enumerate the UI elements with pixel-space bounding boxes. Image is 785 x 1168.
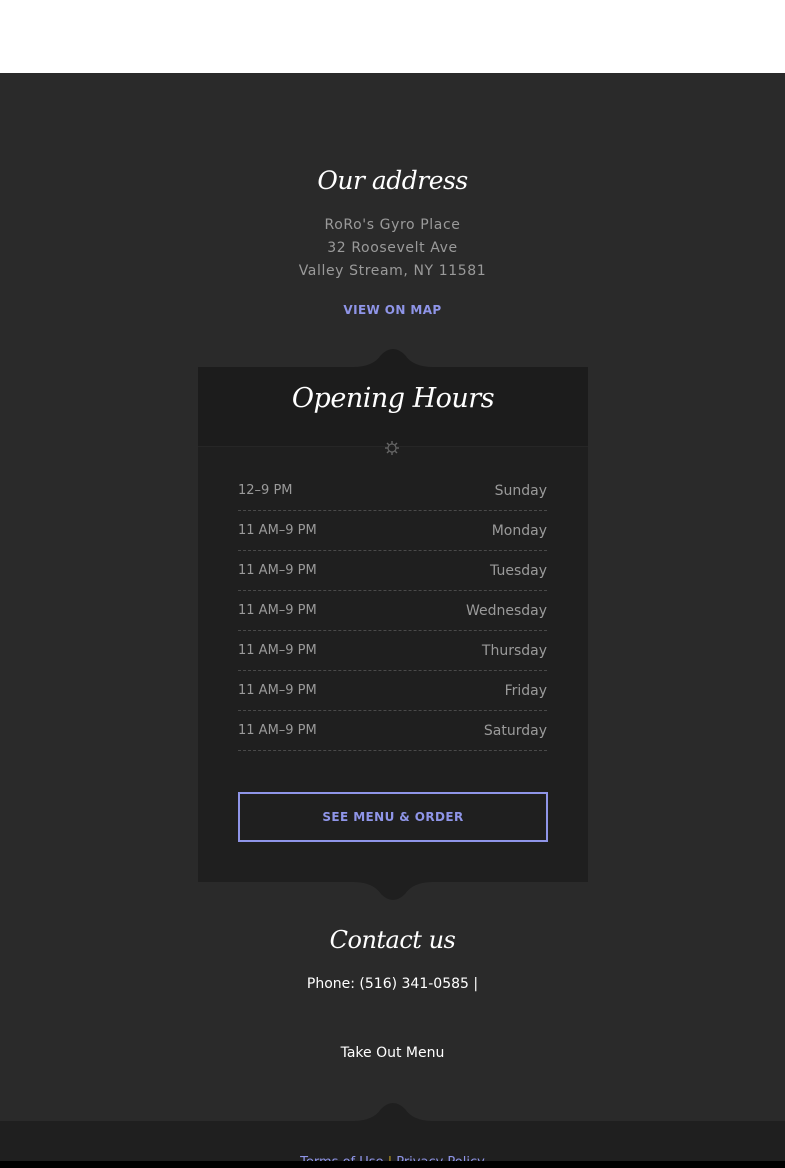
see-menu-order-button[interactable]: SEE MENU & ORDER [238, 792, 548, 842]
hours-day: Friday [504, 683, 547, 699]
hours-row: 11 AM–9 PM Thursday [238, 631, 547, 671]
hours-day: Monday [491, 523, 547, 539]
panel-bottom-notch [353, 882, 433, 900]
hours-day: Sunday [494, 483, 547, 499]
hours-row: 11 AM–9 PM Saturday [238, 711, 547, 751]
hours-time: 11 AM–9 PM [238, 723, 317, 738]
hours-title: Opening Hours [291, 383, 495, 414]
hours-day: Wednesday [465, 603, 547, 619]
gear-ornament-icon [385, 441, 399, 455]
hours-header: Opening Hours [198, 367, 588, 447]
hours-day: Saturday [483, 723, 547, 739]
hours-day: Thursday [481, 643, 547, 659]
hours-day: Tuesday [490, 563, 547, 579]
hours-row: 11 AM–9 PM Wednesday [238, 591, 547, 631]
take-out-menu-link[interactable]: Take Out Menu [0, 1045, 785, 1061]
hours-time: 11 AM–9 PM [238, 563, 317, 578]
contact-title: Contact us [329, 926, 456, 954]
address-city: Valley Stream, NY 11581 [298, 263, 487, 279]
hours-time: 11 AM–9 PM [238, 643, 317, 658]
view-on-map-link[interactable]: VIEW ON MAP [0, 303, 785, 317]
hours-time: 11 AM–9 PM [238, 523, 317, 538]
phone-text[interactable]: Phone: (516) 341-0585 | [0, 976, 785, 992]
hours-list: 12–9 PM Sunday 11 AM–9 PM Monday 11 AM–9… [238, 471, 547, 751]
hours-row: 12–9 PM Sunday [238, 471, 547, 511]
hours-time: 11 AM–9 PM [238, 603, 317, 618]
footer-bottom-bar [0, 1161, 785, 1168]
opening-hours-panel: Opening Hours 12–9 PM Sunday 11 AM–9 PM … [198, 367, 588, 882]
hours-time: 11 AM–9 PM [238, 683, 317, 698]
address-street: 32 Roosevelt Ave [327, 240, 458, 256]
hours-row: 11 AM–9 PM Monday [238, 511, 547, 551]
address-name: RoRo's Gyro Place [324, 217, 461, 233]
top-white-band [0, 0, 785, 73]
hours-time: 12–9 PM [238, 483, 293, 498]
hours-row: 11 AM–9 PM Tuesday [238, 551, 547, 591]
address-title: Our address [317, 166, 468, 195]
hours-row: 11 AM–9 PM Friday [238, 671, 547, 711]
